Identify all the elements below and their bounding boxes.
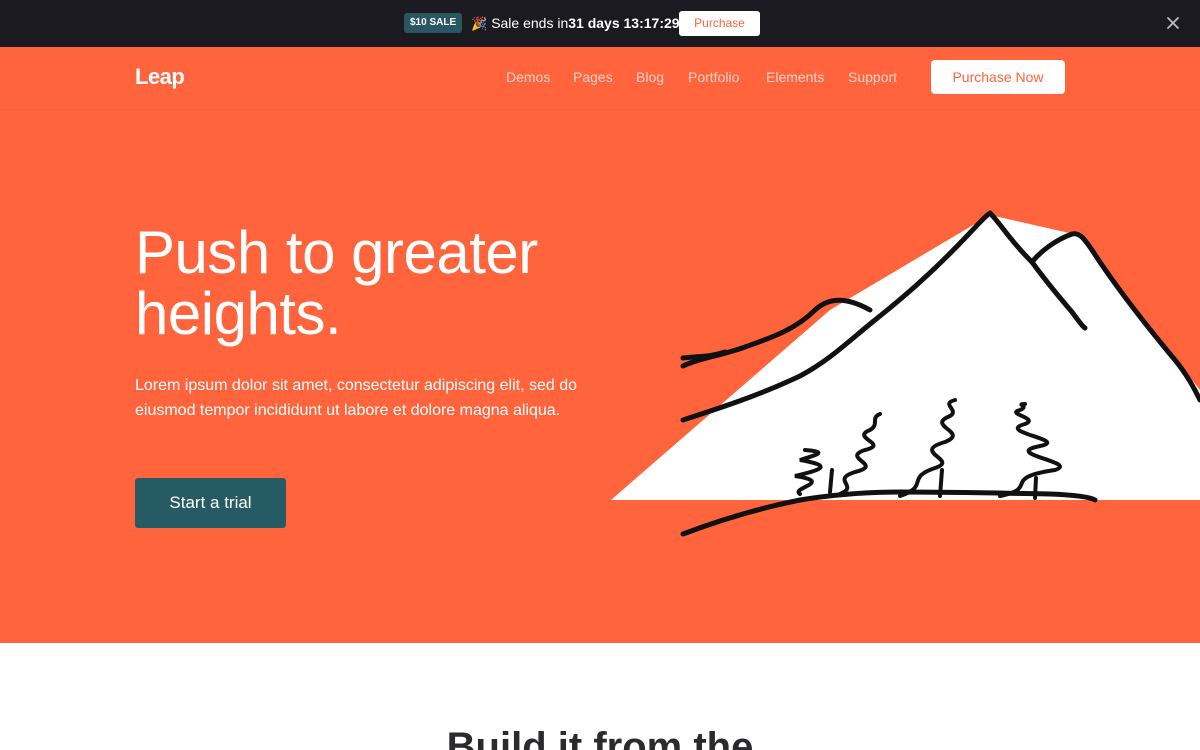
- nav-link-support[interactable]: Support: [848, 69, 897, 85]
- nav-link-blog[interactable]: Blog: [636, 69, 664, 85]
- section-title: Build it from the: [446, 725, 754, 750]
- nav-link-elements[interactable]: Elements: [766, 69, 824, 85]
- nav-link-demos[interactable]: Demos: [506, 69, 550, 85]
- nav-link-pages[interactable]: Pages: [573, 69, 613, 85]
- sale-countdown: 31 days 13:17:29: [568, 15, 680, 31]
- mountain-illustration: [611, 210, 1200, 537]
- hero-headline: Push to greater heights.: [135, 222, 655, 344]
- main-navbar: Leap Demos Pages Blog Portfolio Elements…: [0, 47, 1200, 108]
- announcement-purchase-button[interactable]: Purchase: [679, 11, 760, 36]
- sale-badge: $10 SALE: [404, 13, 463, 33]
- close-icon[interactable]: [1164, 14, 1182, 32]
- purchase-now-button[interactable]: Purchase Now: [931, 60, 1065, 94]
- start-trial-button[interactable]: Start a trial: [135, 478, 286, 528]
- hero-headline-line2: heights.: [135, 280, 342, 347]
- nav-link-portfolio[interactable]: Portfolio: [688, 69, 739, 85]
- hero-lead: Lorem ipsum dolor sit amet, consectetur …: [135, 377, 577, 419]
- party-popper-icon: 🎉: [471, 16, 488, 31]
- announcement-bar: $10 SALE 🎉 Sale ends in31 days 13:17:29 P…: [0, 0, 1200, 47]
- sale-message: 🎉 Sale ends in31 days 13:17:29: [471, 14, 680, 33]
- sale-message-text: Sale ends in: [491, 15, 569, 31]
- logo[interactable]: Leap: [135, 64, 185, 90]
- hero-section: Leap Demos Pages Blog Portfolio Elements…: [0, 47, 1200, 643]
- hero-headline-line1: Push to greater: [135, 219, 538, 286]
